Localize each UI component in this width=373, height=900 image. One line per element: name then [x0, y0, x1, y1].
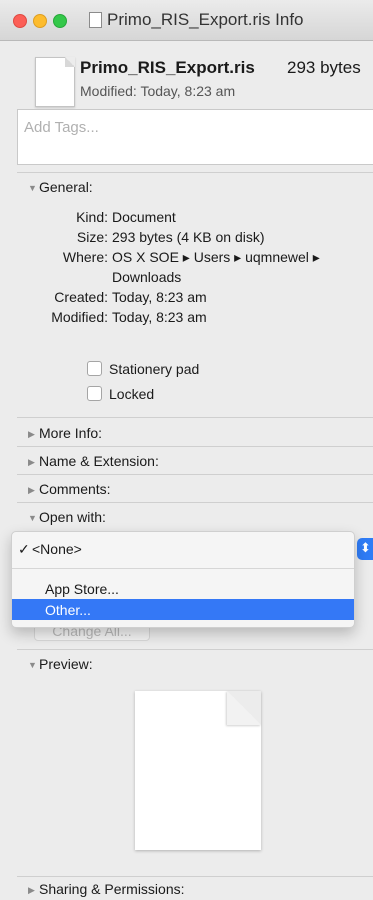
size-label: Size: — [76, 229, 108, 245]
modified-label: Modified: — [51, 309, 108, 325]
section-open-with[interactable]: ▼ Open with: — [28, 509, 106, 525]
section-general-label: General: — [39, 179, 93, 195]
open-with-menu: ✓ <None> App Store... Other... — [11, 531, 355, 628]
section-more-info[interactable]: ▶ More Info: — [28, 425, 102, 441]
window-title: Primo_RIS_Export.ris Info — [107, 10, 304, 29]
file-size: 293 bytes — [287, 58, 361, 77]
created-label: Created: — [54, 289, 108, 305]
section-name-extension[interactable]: ▶ Name & Extension: — [28, 453, 159, 469]
stationery-pad-checkbox[interactable] — [87, 361, 102, 376]
menu-item-none[interactable]: ✓ <None> — [12, 538, 354, 560]
divider — [17, 446, 373, 447]
section-comments-label: Comments: — [39, 481, 111, 497]
section-preview[interactable]: ▼ Preview: — [28, 656, 93, 672]
where-value: OS X SOE ▸ Users ▸ uqmnewel ▸ — [112, 249, 320, 265]
divider — [17, 417, 373, 418]
section-name-extension-label: Name & Extension: — [39, 453, 159, 469]
file-header: Primo_RIS_Export.ris 293 bytes Modified:… — [0, 41, 373, 109]
menu-separator — [12, 568, 354, 569]
title-bar: Primo_RIS_Export.ris Info — [0, 0, 373, 41]
stationery-pad-label: Stationery pad — [109, 361, 200, 377]
disclosure-expanded-icon: ▼ — [28, 513, 37, 523]
divider — [17, 172, 373, 173]
file-document-icon — [35, 57, 75, 107]
kind-value: Document — [112, 209, 176, 225]
file-modified: Modified: Today, 8:23 am — [80, 83, 236, 99]
divider — [17, 502, 373, 503]
menu-item-none-label: <None> — [32, 541, 82, 557]
tags-input[interactable] — [22, 118, 356, 137]
zoom-window-button[interactable] — [53, 14, 67, 28]
disclosure-collapsed-icon: ▶ — [28, 457, 35, 467]
minimize-window-button[interactable] — [33, 14, 47, 28]
tags-field[interactable] — [17, 109, 373, 165]
section-comments[interactable]: ▶ Comments: — [28, 481, 111, 497]
locked-checkbox[interactable] — [87, 386, 102, 401]
locked-label: Locked — [109, 386, 155, 402]
close-window-button[interactable] — [13, 14, 27, 28]
divider — [17, 649, 373, 650]
open-with-popup-button[interactable] — [357, 538, 373, 560]
created-value: Today, 8:23 am — [112, 289, 207, 305]
menu-item-app-store[interactable]: App Store... — [12, 578, 354, 600]
section-sharing-permissions[interactable]: ▶ Sharing & Permissions: — [28, 881, 185, 897]
section-preview-label: Preview: — [39, 656, 93, 672]
file-name: Primo_RIS_Export.ris — [80, 58, 255, 77]
divider — [17, 876, 373, 877]
document-preview-icon — [135, 691, 261, 850]
menu-item-other[interactable]: Other... — [12, 599, 354, 620]
where-value-continued: Downloads — [112, 269, 182, 285]
section-sharing-label: Sharing & Permissions: — [39, 881, 185, 897]
section-open-with-label: Open with: — [39, 509, 106, 525]
disclosure-collapsed-icon: ▶ — [28, 485, 35, 495]
stationery-pad-row[interactable]: Stationery pad — [87, 361, 199, 377]
section-more-info-label: More Info: — [39, 425, 103, 441]
document-icon — [89, 12, 102, 28]
disclosure-collapsed-icon: ▶ — [28, 429, 35, 439]
divider — [17, 474, 373, 475]
modified-value: Today, 8:23 am — [112, 309, 207, 325]
disclosure-expanded-icon: ▼ — [28, 660, 37, 670]
locked-row[interactable]: Locked — [87, 386, 154, 402]
checkmark-icon: ✓ — [18, 541, 30, 557]
size-value: 293 bytes (4 KB on disk) — [112, 229, 265, 245]
kind-label: Kind: — [76, 209, 108, 225]
section-general[interactable]: ▼ General: — [28, 179, 93, 195]
disclosure-expanded-icon: ▼ — [28, 183, 37, 193]
disclosure-collapsed-icon: ▶ — [28, 885, 35, 895]
where-label: Where: — [62, 249, 108, 265]
preview-area — [17, 676, 373, 874]
